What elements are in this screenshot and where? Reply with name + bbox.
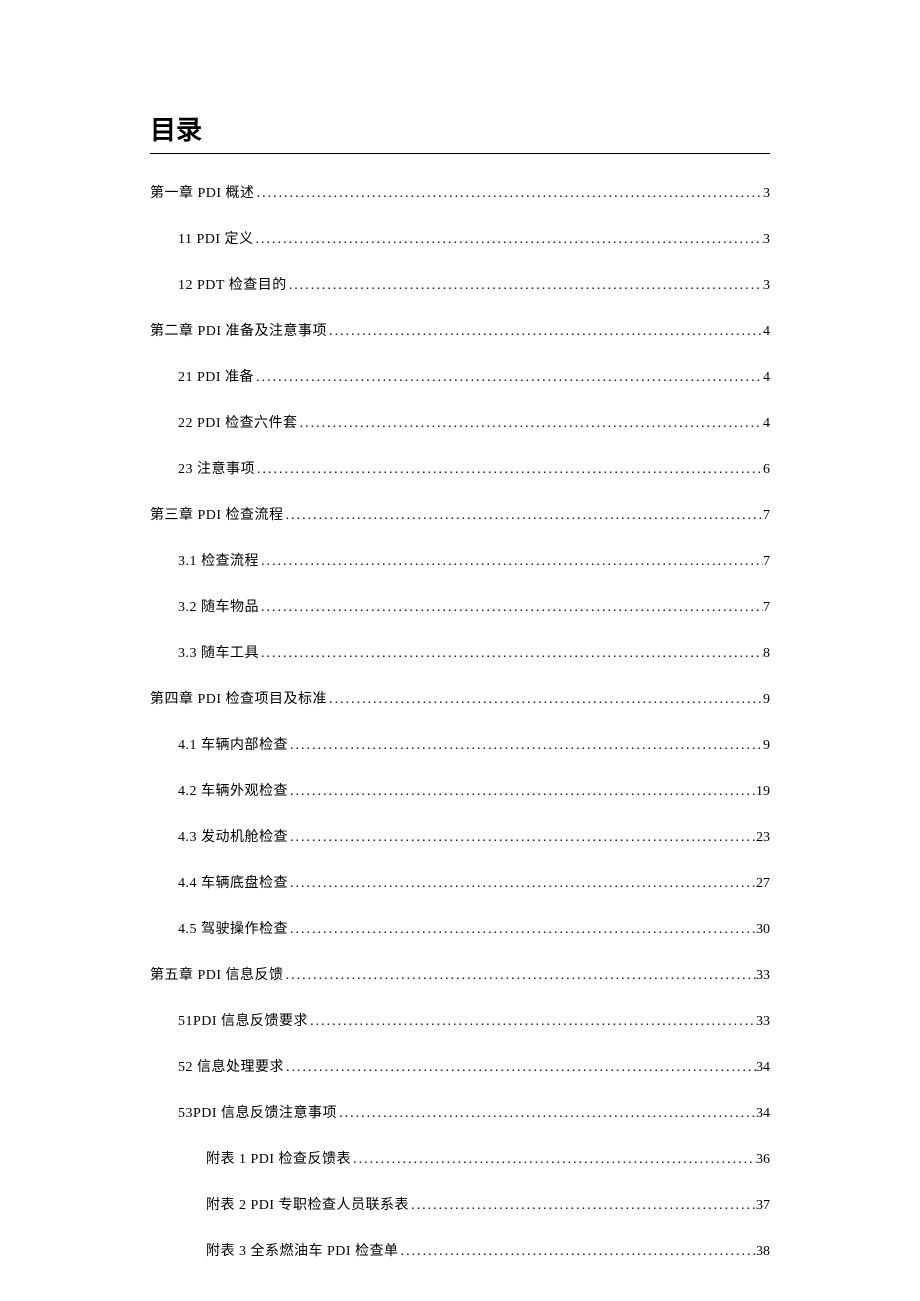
toc-entry-page: 38 <box>756 1244 770 1260</box>
toc-entry-page: 19 <box>756 784 770 800</box>
toc-entry-label: 51PDI 信息反馈要求 <box>178 1010 308 1030</box>
toc-leader-dots <box>351 1152 756 1168</box>
toc-leader-dots <box>259 554 763 570</box>
toc-entry-page: 23 <box>756 830 770 846</box>
toc-entry: 4.2 车辆外观检查 19 <box>150 780 770 800</box>
toc-entry-label: 4.4 车辆底盘检查 <box>178 872 288 892</box>
toc-entry-label: 第五章 PDI 信息反馈 <box>150 964 284 984</box>
toc-leader-dots <box>409 1198 756 1214</box>
toc-entry-page: 3 <box>763 278 770 294</box>
toc-leader-dots <box>288 830 756 846</box>
toc-entry-page: 7 <box>763 508 770 524</box>
toc-entry-page: 33 <box>756 968 770 984</box>
toc-entry-label: 4.3 发动机舱检查 <box>178 826 288 846</box>
toc-entry: 3.1 检查流程 7 <box>150 550 770 570</box>
toc-entry-page: 33 <box>756 1014 770 1030</box>
toc-entry: 4.5 驾驶操作检查 30 <box>150 918 770 938</box>
toc-entry-label: 第三章 PDI 检查流程 <box>150 504 284 524</box>
toc-entry: 23 注意事项 6 <box>150 458 770 478</box>
toc-entry: 52 信息处理要求 34 <box>150 1056 770 1076</box>
toc-entry-label: 第二章 PDI 准备及注意事项 <box>150 320 327 340</box>
toc-leader-dots <box>287 278 763 294</box>
toc-entry-page: 34 <box>756 1060 770 1076</box>
toc-entry-label: 12 PDT 检查目的 <box>178 274 287 294</box>
toc-leader-dots <box>259 646 763 662</box>
toc-entry-page: 34 <box>756 1106 770 1122</box>
toc-leader-dots <box>288 922 756 938</box>
toc-entry: 11 PDI 定义 3 <box>150 228 770 248</box>
toc-entry-label: 11 PDI 定义 <box>178 228 254 248</box>
toc-entry-label: 附表 1 PDI 检查反馈表 <box>206 1148 351 1168</box>
toc-entry: 12 PDT 检查目的 3 <box>150 274 770 294</box>
toc-leader-dots <box>255 186 763 202</box>
toc-entry-label: 4.1 车辆内部检查 <box>178 734 288 754</box>
toc-entry-label: 21 PDI 准备 <box>178 366 254 386</box>
toc-entry-page: 9 <box>763 738 770 754</box>
toc-entry: 第五章 PDI 信息反馈 33 <box>150 964 770 984</box>
toc-entry-label: 52 信息处理要求 <box>178 1056 284 1076</box>
toc-entry-label: 22 PDI 检查六件套 <box>178 412 298 432</box>
toc-entry-page: 30 <box>756 922 770 938</box>
toc-entry-page: 4 <box>763 370 770 386</box>
toc-entry-page: 8 <box>763 646 770 662</box>
toc-entry-label: 4.5 驾驶操作检查 <box>178 918 288 938</box>
toc-entry: 4.1 车辆内部检查 9 <box>150 734 770 754</box>
toc-leader-dots <box>288 876 756 892</box>
toc-entry: 3.3 随车工具 8 <box>150 642 770 662</box>
toc-entry: 3.2 随车物品 7 <box>150 596 770 616</box>
toc-entry-page: 4 <box>763 416 770 432</box>
toc-entry-page: 7 <box>763 554 770 570</box>
toc-leader-dots <box>298 416 763 432</box>
toc-leader-dots <box>284 1060 756 1076</box>
toc-leader-dots <box>254 232 763 248</box>
toc-entry: 第二章 PDI 准备及注意事项 4 <box>150 320 770 340</box>
toc-entry-page: 37 <box>756 1198 770 1214</box>
toc-entry-label: 3.1 检查流程 <box>178 550 259 570</box>
toc-entry-page: 7 <box>763 600 770 616</box>
toc-entry-label: 3.3 随车工具 <box>178 642 259 662</box>
toc-entry-page: 4 <box>763 324 770 340</box>
toc-leader-dots <box>327 324 763 340</box>
toc-leader-dots <box>308 1014 756 1030</box>
toc-leader-dots <box>259 600 763 616</box>
toc-title: 目录 <box>150 110 770 154</box>
toc-leader-dots <box>327 692 763 708</box>
toc-entry-label: 23 注意事项 <box>178 458 255 478</box>
toc-entry-page: 9 <box>763 692 770 708</box>
toc-entry: 4.3 发动机舱检查 23 <box>150 826 770 846</box>
toc-entry-label: 第一章 PDI 概述 <box>150 182 255 202</box>
toc-entry: 21 PDI 准备 4 <box>150 366 770 386</box>
toc-leader-dots <box>399 1244 756 1260</box>
toc-entry-label: 3.2 随车物品 <box>178 596 259 616</box>
toc-entry: 53PDI 信息反馈注意事项 34 <box>150 1102 770 1122</box>
toc-entry-page: 6 <box>763 462 770 478</box>
toc-entry-page: 36 <box>756 1152 770 1168</box>
toc-entry-page: 3 <box>763 232 770 248</box>
toc-entry: 4.4 车辆底盘检查 27 <box>150 872 770 892</box>
toc-leader-dots <box>284 508 763 524</box>
toc-entry: 附表 1 PDI 检查反馈表 36 <box>150 1148 770 1168</box>
toc-entry: 第三章 PDI 检查流程 7 <box>150 504 770 524</box>
toc-entry: 附表 2 PDI 专职检查人员联系表 37 <box>150 1194 770 1214</box>
toc-leader-dots <box>255 462 763 478</box>
toc-leader-dots <box>284 968 756 984</box>
toc-entry-label: 4.2 车辆外观检查 <box>178 780 288 800</box>
toc-entry: 第四章 PDI 检查项目及标准 9 <box>150 688 770 708</box>
toc-entry: 第一章 PDI 概述 3 <box>150 182 770 202</box>
toc-entry-label: 第四章 PDI 检查项目及标准 <box>150 688 327 708</box>
toc-leader-dots <box>254 370 763 386</box>
toc-entry: 22 PDI 检查六件套 4 <box>150 412 770 432</box>
toc-leader-dots <box>288 784 756 800</box>
toc-entry-page: 27 <box>756 876 770 892</box>
toc-entry-label: 附表 2 PDI 专职检查人员联系表 <box>206 1194 409 1214</box>
toc-leader-dots <box>337 1106 756 1122</box>
toc-entry: 附表 3 全系燃油车 PDI 检查单 38 <box>150 1240 770 1260</box>
toc-entry-label: 附表 3 全系燃油车 PDI 检查单 <box>206 1240 399 1260</box>
toc-leader-dots <box>288 738 763 754</box>
toc-entry-label: 53PDI 信息反馈注意事项 <box>178 1102 337 1122</box>
toc-entry: 51PDI 信息反馈要求 33 <box>150 1010 770 1030</box>
toc-entry-page: 3 <box>763 186 770 202</box>
toc-list: 第一章 PDI 概述 3 11 PDI 定义 3 12 PDT 检查目的 3 第二章 PDI… <box>150 182 770 1260</box>
